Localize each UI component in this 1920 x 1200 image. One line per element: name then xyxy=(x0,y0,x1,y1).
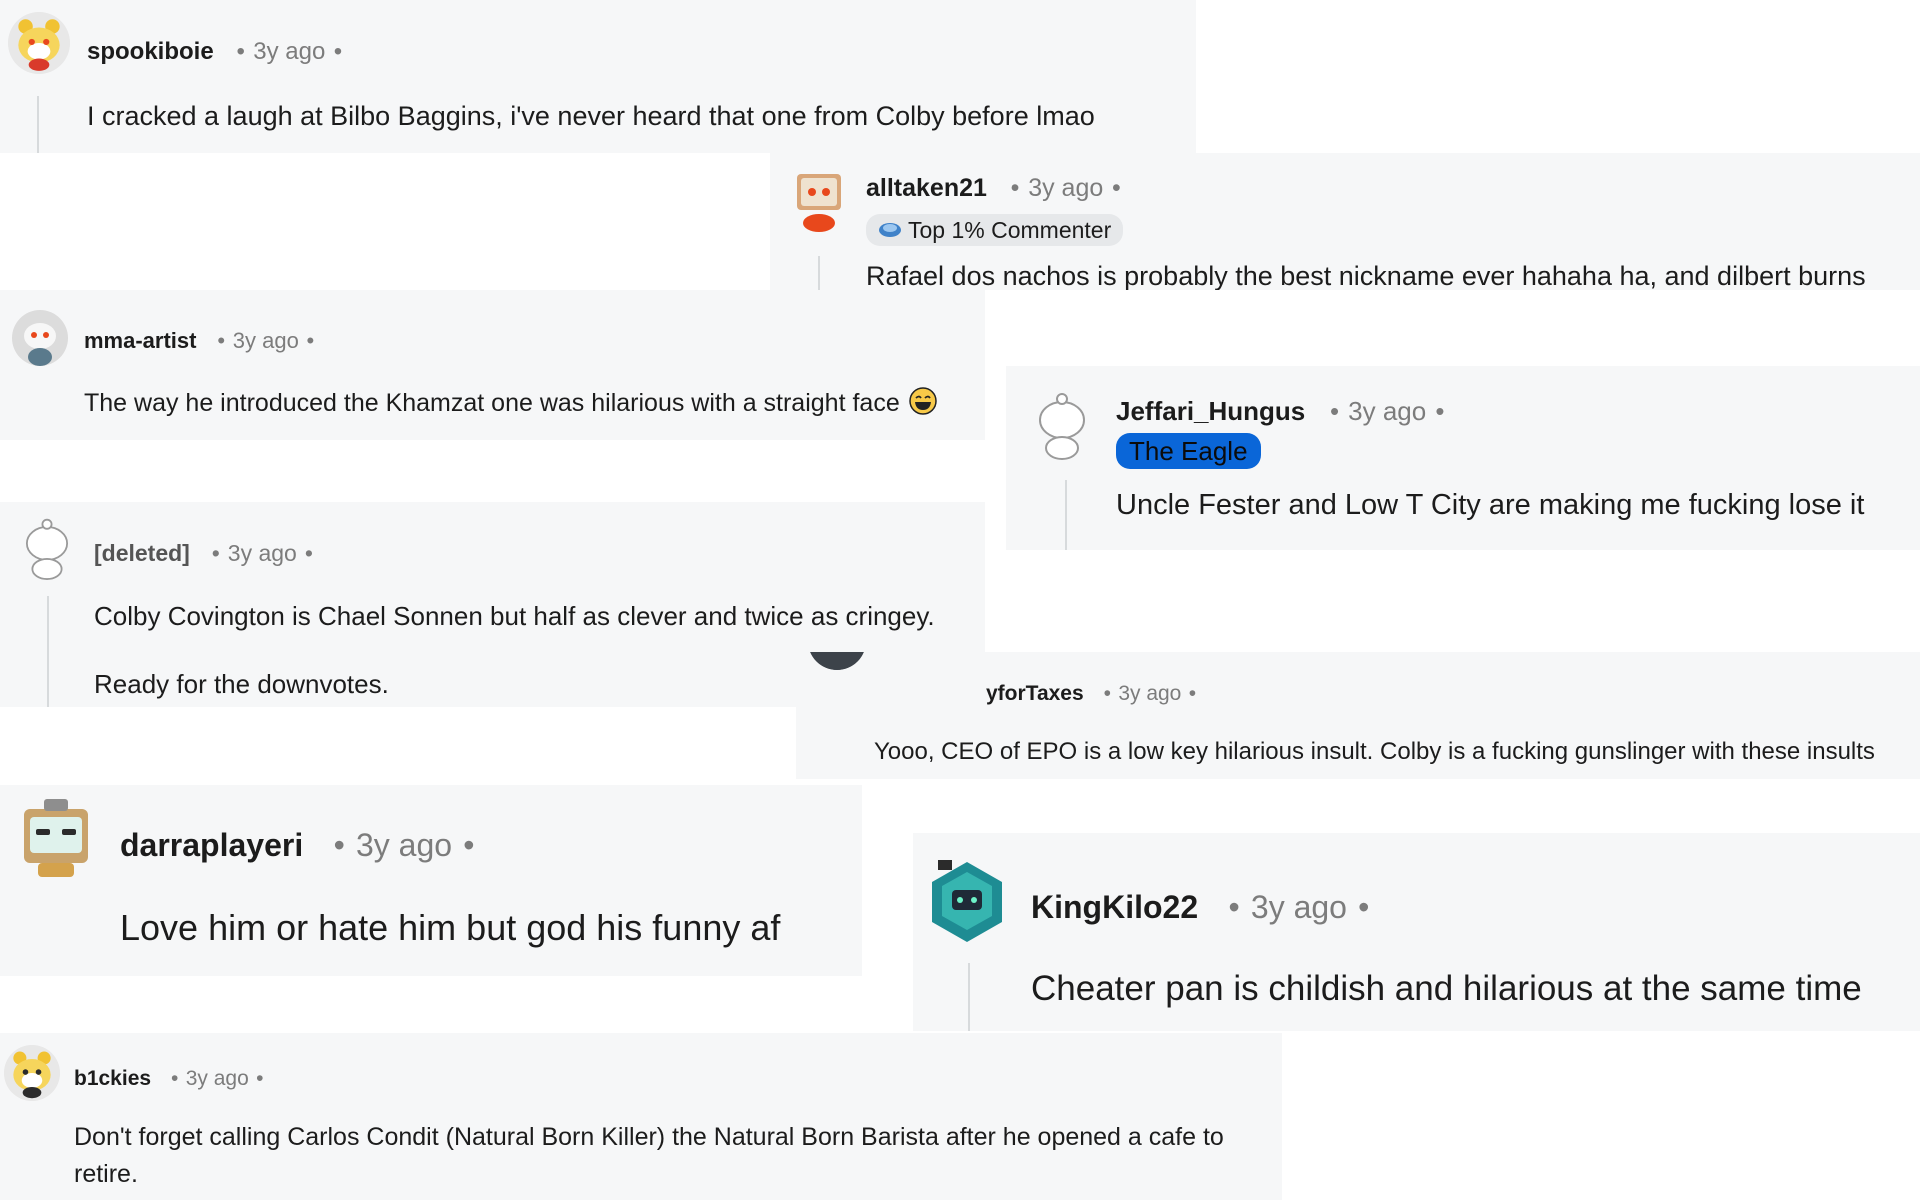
username[interactable]: darraplayeri xyxy=(120,827,303,864)
thread-line[interactable] xyxy=(818,256,820,290)
comment-body: Uncle Fester and Low T City are making m… xyxy=(1116,489,1865,521)
comment-text: The way he introduced the Khamzat one wa… xyxy=(84,389,900,418)
comment-meta: • 3y ago • xyxy=(1228,889,1370,925)
username[interactable]: Jeffari_Hungus xyxy=(1116,396,1305,427)
username[interactable]: alltaken21 xyxy=(866,174,987,203)
timestamp[interactable]: 3y ago xyxy=(233,328,299,353)
comment-body: Don't forget calling Carlos Condit (Natu… xyxy=(74,1123,1224,1188)
comment-header: darraplayeri • 3y ago • xyxy=(120,827,486,864)
comment-header: mma-artist • 3y ago • xyxy=(84,328,322,354)
comment-card: mma-artist • 3y ago • The way he introduce… xyxy=(0,290,985,440)
box-head-snoo-icon xyxy=(797,174,841,232)
comment-header: spookiboie • 3y ago • xyxy=(87,38,351,66)
avatar[interactable] xyxy=(4,1045,60,1101)
username[interactable]: yforTaxes xyxy=(986,682,1084,706)
bear-snoo-icon xyxy=(8,12,70,74)
comment-body: The way he introduced the Khamzat one wa… xyxy=(84,386,938,423)
timestamp[interactable]: 3y ago xyxy=(1118,682,1181,705)
comment-card: alltaken21 • 3y ago • Top 1% Commenter Raf… xyxy=(770,153,1920,290)
comment-body: Colby Covington is Chael Sonnen but half… xyxy=(94,601,935,631)
comment-meta: • 3y ago • xyxy=(217,328,315,353)
comment-header: Jeffari_Hungus • 3y ago • xyxy=(1116,396,1454,427)
comment-header: b1ckies • 3y ago • xyxy=(74,1067,271,1091)
comment-body: I cracked a laugh at Bilbo Baggins, i've… xyxy=(87,101,1095,131)
comment-body: Rafael dos nachos is probably the best n… xyxy=(866,261,1866,290)
tv-head-snoo-icon xyxy=(24,799,88,877)
comment-body: Cheater pan is childish and hilarious at… xyxy=(1031,969,1862,1008)
username[interactable]: [deleted] xyxy=(94,540,190,567)
avatar[interactable] xyxy=(1031,390,1093,460)
comment-header: yforTaxes • 3y ago • xyxy=(986,682,1203,706)
username[interactable]: KingKilo22 xyxy=(1031,889,1198,926)
user-flair: The Eagle xyxy=(1116,433,1261,469)
comment-card: spookiboie • 3y ago • I cracked a laugh at… xyxy=(0,0,1196,153)
avatar[interactable] xyxy=(18,795,94,881)
comment-card: KingKilo22 • 3y ago • Cheater pan is child… xyxy=(913,833,1920,1031)
comment-header: alltaken21 • 3y ago • xyxy=(866,174,1130,203)
timestamp[interactable]: 3y ago xyxy=(186,1067,249,1090)
default-snoo-icon xyxy=(25,518,69,580)
hex-teal-avatar-icon xyxy=(932,860,1002,942)
avatar[interactable] xyxy=(8,12,70,74)
comment-meta: • 3y ago • xyxy=(171,1067,264,1090)
flair-text: Top 1% Commenter xyxy=(908,216,1112,243)
timestamp[interactable]: 3y ago xyxy=(228,540,297,566)
dark-avatar-icon xyxy=(810,652,864,670)
comment-meta: • 3y ago • xyxy=(211,540,313,566)
comment-body-second-paragraph: Ready for the downvotes. xyxy=(94,669,389,699)
timestamp[interactable]: 3y ago xyxy=(253,38,325,65)
comment-card: Jeffari_Hungus • 3y ago • The Eagle Uncle … xyxy=(1006,366,1920,550)
avatar[interactable] xyxy=(808,652,866,670)
comment-header: [deleted] • 3y ago • xyxy=(94,540,321,567)
comment-card: b1ckies • 3y ago • Don't forget calling Ca… xyxy=(0,1033,1282,1200)
avatar[interactable] xyxy=(12,310,68,366)
grey-snoo-icon xyxy=(12,310,68,366)
comment-meta: • 3y ago • xyxy=(1010,174,1121,202)
avatar[interactable] xyxy=(18,516,76,580)
comment-meta: • 3y ago • xyxy=(1329,396,1445,426)
avatar[interactable] xyxy=(928,858,1006,944)
comment-header: KingKilo22 • 3y ago • xyxy=(1031,889,1381,926)
username[interactable]: b1ckies xyxy=(74,1067,151,1091)
thread-line[interactable] xyxy=(968,963,970,1031)
comment-meta: • 3y ago • xyxy=(236,38,343,65)
timestamp[interactable]: 3y ago xyxy=(1028,174,1103,202)
comment-card: darraplayeri • 3y ago • Love him or hate h… xyxy=(0,785,862,976)
timestamp[interactable]: 3y ago xyxy=(1251,889,1347,925)
username[interactable]: spookiboie xyxy=(87,38,214,66)
comment-card: yforTaxes • 3y ago • Yooo, CEO of EPO is a… xyxy=(796,652,1920,779)
bear-snoo-icon xyxy=(4,1045,60,1101)
comment-body: Yooo, CEO of EPO is a low key hilarious … xyxy=(874,738,1875,765)
laughing-emoji-icon xyxy=(908,386,938,423)
comment-meta: • 3y ago • xyxy=(1103,682,1197,705)
flair-text: The Eagle xyxy=(1129,435,1248,466)
default-snoo-icon xyxy=(1039,393,1085,460)
timestamp[interactable]: 3y ago xyxy=(356,827,452,863)
avatar[interactable] xyxy=(789,168,849,232)
timestamp[interactable]: 3y ago xyxy=(1348,396,1426,426)
thread-line[interactable] xyxy=(47,596,49,707)
thread-line[interactable] xyxy=(37,96,39,153)
username[interactable]: mma-artist xyxy=(84,328,196,354)
comment-body: Love him or hate him but god his funny a… xyxy=(120,907,781,948)
thread-line[interactable] xyxy=(1065,480,1067,550)
comment-meta: • 3y ago • xyxy=(333,827,475,863)
user-flair: Top 1% Commenter xyxy=(866,214,1124,246)
commenter-badge-icon xyxy=(878,217,902,244)
